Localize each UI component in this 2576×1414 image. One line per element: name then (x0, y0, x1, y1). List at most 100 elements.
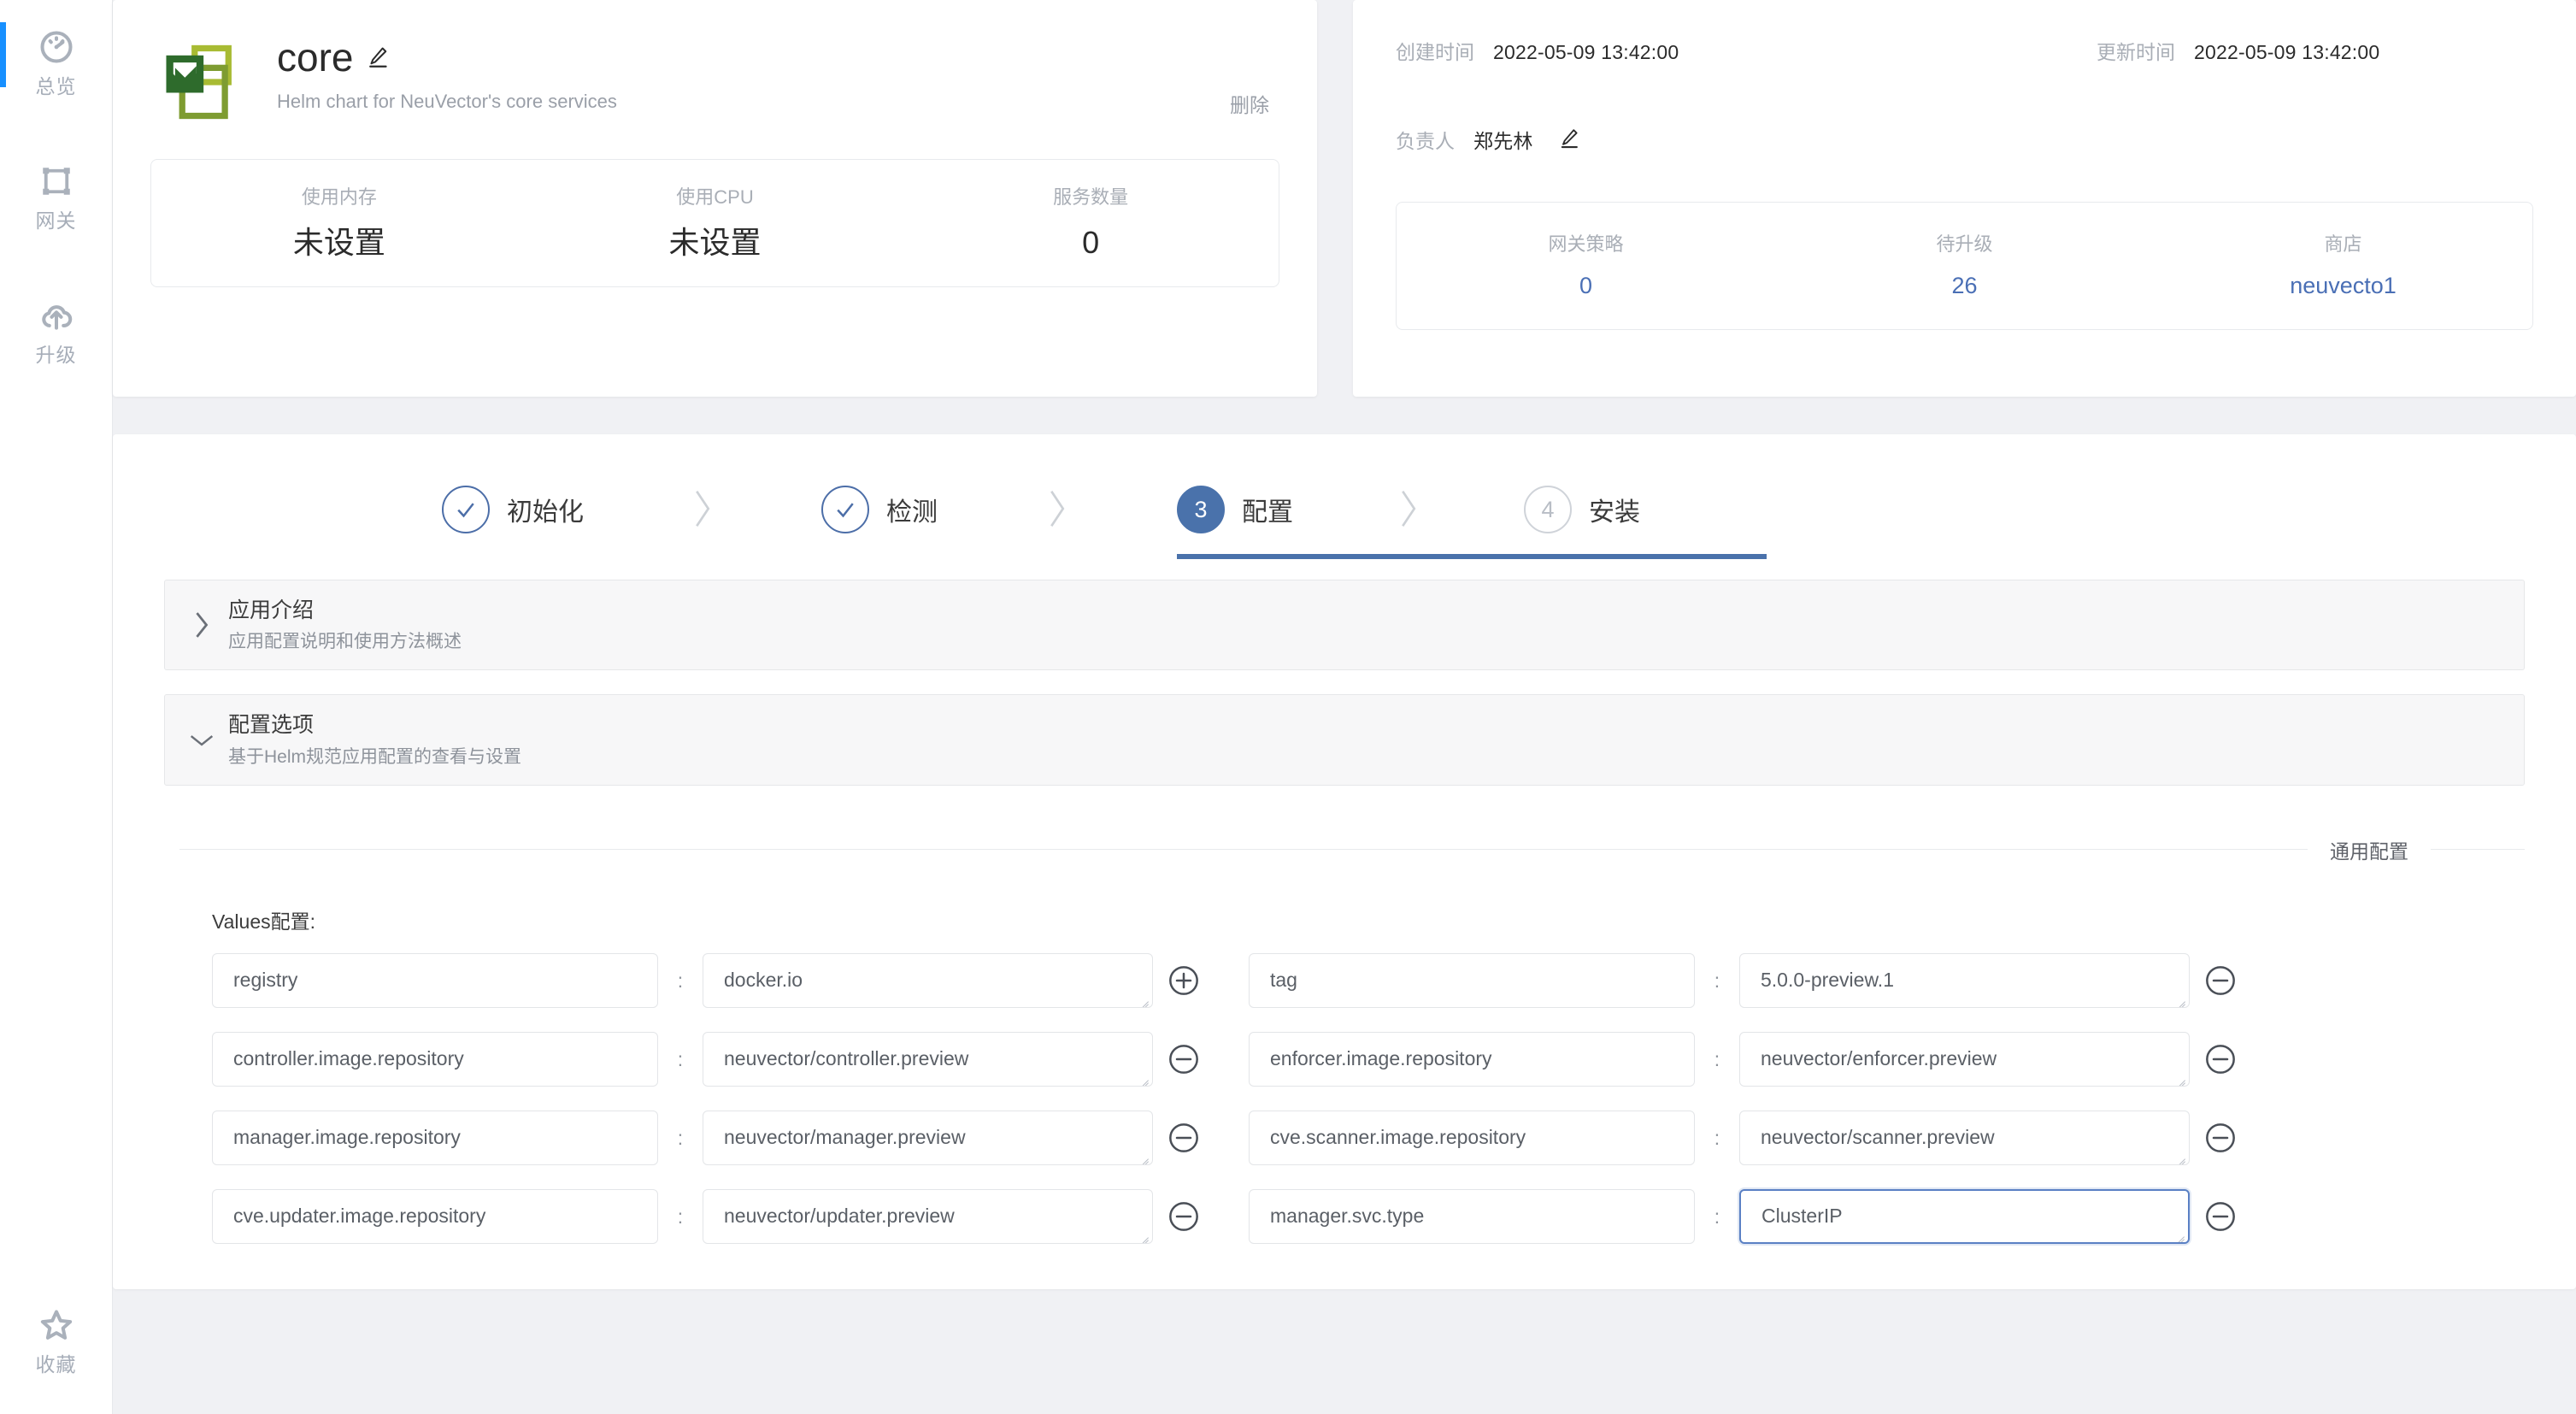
value-input-text: neuvector/updater.preview (724, 1205, 955, 1228)
value-input[interactable]: neuvector/scanner.preview (1739, 1110, 2190, 1165)
stat-value[interactable]: neuvecto1 (2154, 274, 2532, 298)
step-install[interactable]: 4 安装 (1524, 486, 1640, 559)
key-input[interactable]: cve.updater.image.repository (212, 1188, 658, 1244)
table-row: controller.image.repository : neuvector/… (212, 1031, 2525, 1087)
colon-separator: : (677, 1126, 684, 1149)
sidebar-item-overview[interactable]: 总览 (0, 15, 113, 110)
value-input-text: neuvector/manager.preview (724, 1126, 966, 1149)
value-input[interactable]: docker.io (703, 952, 1153, 1008)
step-number: 4 (1524, 486, 1572, 533)
value-input[interactable]: neuvector/updater.preview (703, 1188, 1153, 1244)
step-detect[interactable]: 检测 (821, 486, 938, 559)
stat-value[interactable]: 0 (1397, 274, 1775, 298)
install-wizard-panel: 初始化 检测 3 配置 4 安装 应用介绍 应用配置说明和使用方法概述 配置选项… (113, 434, 2576, 1289)
key-input[interactable]: cve.scanner.image.repository (1249, 1110, 1695, 1165)
resize-handle[interactable] (1137, 1071, 1149, 1086)
stat-value: 未设置 (292, 225, 385, 260)
minus-circle-icon[interactable] (2190, 1032, 2251, 1087)
minus-circle-icon[interactable] (2190, 953, 2251, 1008)
value-input-focused[interactable]: ClusterIP (1739, 1188, 2190, 1244)
kv-pair-right: cve.scanner.image.repository : neuvector… (1249, 1110, 2251, 1165)
sidebar-item-gateway[interactable]: 网关 (0, 150, 113, 245)
value-input-text: docker.io (724, 969, 803, 992)
step-check-icon (442, 486, 490, 533)
resource-stats-box: 使用内存 未设置 使用CPU 未设置 服务数量 0 (150, 159, 1279, 287)
step-check-icon (821, 486, 869, 533)
stat-pending-upgrade: 待升级 26 (1775, 234, 2154, 298)
value-input-text: neuvector/enforcer.preview (1761, 1047, 1997, 1070)
value-input[interactable]: neuvector/enforcer.preview (1739, 1031, 2190, 1087)
minus-circle-icon[interactable] (2190, 1111, 2251, 1165)
owner-pencil-icon[interactable] (1557, 127, 1583, 152)
owner-value: 郑先林 (1473, 130, 1533, 152)
accordion-config-options[interactable]: 配置选项 基于Helm规范应用配置的查看与设置 (164, 694, 2525, 786)
colon-separator: : (1714, 1205, 1720, 1228)
table-row: cve.updater.image.repository : neuvector… (212, 1188, 2525, 1244)
kv-pair-left: registry : docker.io (212, 952, 1214, 1008)
colon-separator: : (1714, 1126, 1720, 1149)
minus-circle-icon[interactable] (1153, 1032, 1214, 1087)
value-input[interactable]: 5.0.0-preview.1 (1739, 952, 2190, 1008)
resize-handle[interactable] (1137, 1228, 1149, 1243)
minus-circle-icon[interactable] (1153, 1189, 1214, 1244)
key-input[interactable]: controller.image.repository (212, 1031, 658, 1087)
key-input[interactable]: enforcer.image.repository (1249, 1031, 1695, 1087)
resize-handle[interactable] (2173, 1228, 2185, 1242)
summary-row: core Helm chart for NeuVector's core ser… (113, 0, 2576, 397)
kv-pair-right: enforcer.image.repository : neuvector/en… (1249, 1031, 2251, 1087)
key-input[interactable]: tag (1249, 952, 1695, 1008)
step-label: 配置 (1242, 498, 1293, 527)
kv-pair-right: manager.svc.type : ClusterIP (1249, 1188, 2251, 1244)
minus-circle-icon[interactable] (1153, 1111, 1214, 1165)
resize-handle[interactable] (2173, 1150, 2185, 1164)
chevron-down-icon[interactable] (187, 730, 216, 751)
chevron-right-icon (938, 486, 1177, 557)
accordion-title: 配置选项 (228, 713, 315, 738)
value-input[interactable]: neuvector/manager.preview (703, 1110, 1153, 1165)
app-header: core Helm chart for NeuVector's core ser… (150, 26, 1279, 127)
resize-handle[interactable] (2173, 1071, 2185, 1086)
pencil-icon[interactable] (365, 44, 391, 70)
accordion-text-block: 应用介绍 应用配置说明和使用方法概述 (228, 598, 462, 652)
plus-circle-icon[interactable] (1153, 953, 1214, 1008)
step-configure[interactable]: 3 配置 (1177, 486, 1767, 559)
minus-circle-icon[interactable] (2190, 1189, 2251, 1244)
stat-label: 使用CPU (676, 186, 754, 208)
sidebar-item-upgrade[interactable]: 升级 (0, 284, 113, 379)
updated-time: 更新时间 2022-05-09 13:42:00 (2097, 36, 2379, 65)
resize-handle[interactable] (1137, 1150, 1149, 1164)
value-input-text: neuvector/scanner.preview (1761, 1126, 1995, 1149)
value-input[interactable]: neuvector/controller.preview (703, 1031, 1153, 1087)
accordion-app-intro[interactable]: 应用介绍 应用配置说明和使用方法概述 (164, 580, 2525, 671)
key-input[interactable]: registry (212, 952, 658, 1008)
step-initialize[interactable]: 初始化 (442, 486, 584, 559)
chevron-right-icon[interactable] (187, 610, 216, 640)
accordion-subtitle: 应用配置说明和使用方法概述 (228, 632, 462, 652)
config-options-body: 通用配置 Values配置: registry : docker.io tag … (113, 835, 2576, 1244)
delete-button[interactable]: 删除 (1230, 89, 1269, 118)
section-divider: 通用配置 (179, 835, 2525, 864)
key-input[interactable]: manager.image.repository (212, 1110, 658, 1165)
app-description: Helm chart for NeuVector's core services (277, 91, 617, 112)
cluster-stats-box: 网关策略 0 待升级 26 商店 neuvecto1 (1396, 202, 2533, 330)
kv-pair-left: controller.image.repository : neuvector/… (212, 1031, 1214, 1087)
sidebar-item-favorites[interactable]: 收藏 (0, 1293, 113, 1388)
colon-separator: : (1714, 1047, 1720, 1070)
value-input-text: neuvector/controller.preview (724, 1047, 969, 1070)
stat-label: 商店 (2324, 233, 2362, 255)
key-input[interactable]: manager.svc.type (1249, 1188, 1695, 1244)
section-divider-label: 通用配置 (2330, 840, 2408, 863)
app-summary-card: core Helm chart for NeuVector's core ser… (113, 0, 1317, 397)
accordion-subtitle: 基于Helm规范应用配置的查看与设置 (228, 746, 522, 767)
sidebar-item-label: 收藏 (35, 1353, 77, 1376)
owner-label: 负责人 (1396, 130, 1455, 152)
kv-pair-left: cve.updater.image.repository : neuvector… (212, 1188, 1214, 1244)
resize-handle[interactable] (2173, 993, 2185, 1007)
stat-store: 商店 neuvecto1 (2154, 233, 2532, 298)
stat-value[interactable]: 26 (1775, 274, 2154, 298)
step-label: 初始化 (507, 498, 584, 527)
resize-handle[interactable] (1137, 993, 1149, 1007)
created-time-label: 创建时间 (1396, 41, 1474, 63)
app-root: 总览 网关 升级 收藏 core Helm chart for NeuVecto… (0, 0, 2576, 1414)
colon-separator: : (677, 1047, 684, 1070)
